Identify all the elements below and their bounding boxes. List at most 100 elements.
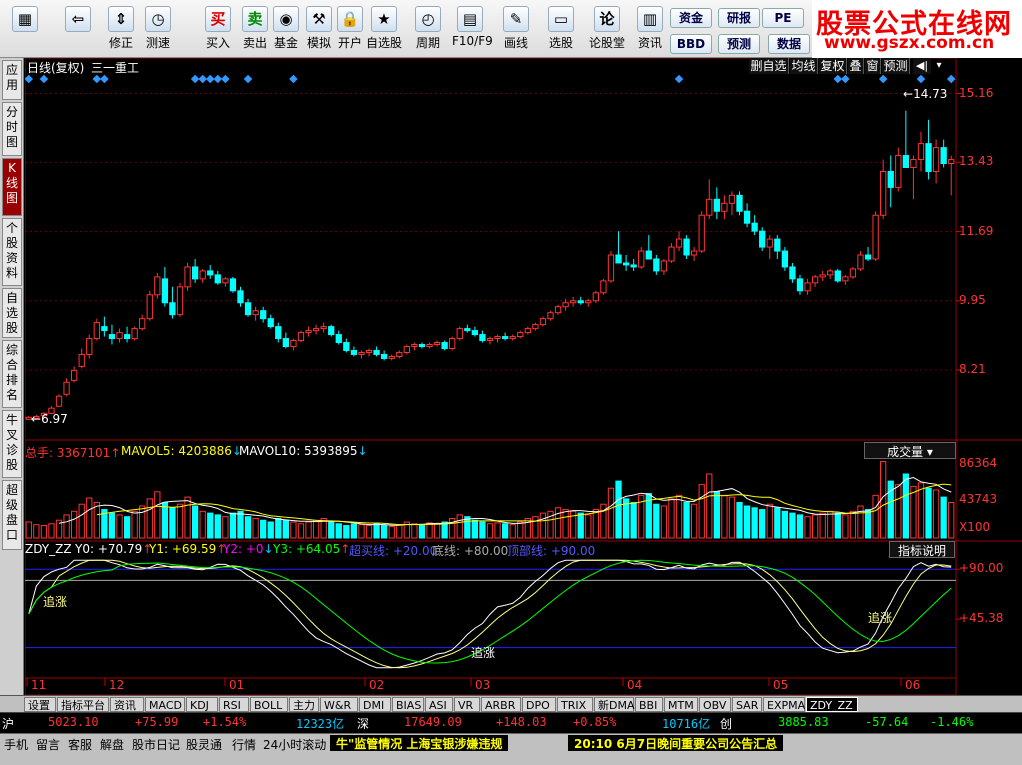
indicator-tab-vr-12[interactable]: VR [454,697,480,712]
status-bar-item-7[interactable]: 24小时滚动 [263,736,326,753]
toolbar-button-star[interactable]: ★ 自选股 [366,2,402,56]
status-bar-item-3[interactable]: 解盘 [100,736,124,753]
indicator-tab-macd-3[interactable]: MACD [145,697,185,712]
indicator-tab-arbr-13[interactable]: ARBR [481,697,521,712]
volume-bar [237,510,244,539]
cy-index-value[interactable]: 3885.83 [778,715,829,729]
indicator-tab--7[interactable]: 主力 [289,697,319,712]
indicator-tab-sar-20[interactable]: SAR [732,697,762,712]
volume-bar [691,503,698,539]
indicator-tab-asi-11[interactable]: ASI [425,697,453,712]
chart-canvas[interactable] [25,58,1022,695]
indicator-tab-wr-8[interactable]: W&R [320,697,358,712]
toolbar-button-17[interactable]: BBD [670,34,712,54]
toolbar-button-back-arrow[interactable]: ⇦ [55,2,101,56]
price-axis-label: 11.69 [959,223,994,238]
volume-panel-select[interactable]: 成交量 ▾ [864,442,956,459]
status-bar-item-2[interactable]: 客服 [68,736,92,753]
indicator-tab-trix-15[interactable]: TRIX [557,697,593,712]
indicator-tab--1[interactable]: 指标平台 [57,697,109,712]
toolbar-button-18[interactable]: 研报 [718,8,760,28]
collapse-right-icon[interactable]: ◀| [913,58,931,74]
candle [539,318,547,326]
indicator-tab--0[interactable]: 设置 [24,697,56,712]
volume-bar [312,519,320,539]
indicator-tab-kdj-4[interactable]: KDJ [186,697,218,712]
toolbar-button-21[interactable]: 数据 [768,34,810,54]
left-tab-7[interactable]: 超级盘口 [2,480,22,550]
status-bar-item-6[interactable]: 行情 [232,736,256,753]
indicator-tab-boll-6[interactable]: BOLL [250,697,288,712]
indicator-tab-bias-10[interactable]: BIAS [392,697,424,712]
sz-index-value[interactable]: 17649.09 [404,715,462,729]
toolbar-button-monitor[interactable]: ▭ 选股 [543,2,579,56]
news-ticker-2[interactable]: 20:10 6月7日晚间重要公司公告汇总 [568,735,784,751]
volume-bar [191,505,199,539]
status-bar-item-5[interactable]: 股灵通 [186,736,222,753]
left-tab-1[interactable]: 分时图 [2,102,22,156]
signal-diamond-icon [841,74,850,84]
indicator-tab--2[interactable]: 资讯 [110,697,144,712]
chart-header-button-4[interactable]: 窗 [865,58,881,74]
candle [887,170,894,188]
volume-bar [706,473,713,539]
left-tab-6[interactable]: 牛叉诊股 [2,410,22,478]
sh-index-value[interactable]: 5023.10 [48,715,99,729]
left-tab-0[interactable]: 应用 [2,60,22,100]
toolbar-button-clock2[interactable]: ◴ 周期 [410,2,446,56]
candle [71,369,78,381]
indicator-tab-dma-16[interactable]: 新DMA [594,697,635,712]
volume-bar [184,496,191,539]
left-tab-4[interactable]: 自选股 [2,288,22,338]
volume-bar [932,489,940,539]
period-label[interactable]: 日线(复权) [27,59,84,76]
left-tab-5[interactable]: 综合排名 [2,340,22,408]
toolbar-button-chat[interactable]: 论论股堂 [589,2,625,56]
indicator-tab-mtm-18[interactable]: MTM [664,697,698,712]
candle [736,194,743,212]
toolbar-button-doc[interactable]: ▤ F10/F9 [452,2,493,56]
indicator-explain-button[interactable]: 指标说明 [889,541,955,558]
news-ticker-1[interactable]: 牛"监管情况 上海宝银涉嫌违规 [330,735,509,751]
signal-diamond-icon [289,74,298,84]
sz-index-change: +148.03 [496,715,547,729]
status-bar-item-1[interactable]: 留言 [36,736,60,753]
indicator-tab-dpo-14[interactable]: DPO [522,697,556,712]
indicator-tab-obv-19[interactable]: OBV [699,697,731,712]
indicator-tab-dmi-9[interactable]: DMI [359,697,391,712]
toolbar-button-20[interactable]: PE [762,8,804,28]
status-bar: 手机 留言 客服 解盘 股市日记 股灵通 行情 24小时滚动 牛"监管情况 上海宝银涉嫌违规 … [0,733,1022,765]
toolbar-button-19[interactable]: 预测 [718,34,760,54]
toolbar-button-grid[interactable]: ▦ [2,2,48,56]
toolbar-button-pen[interactable]: ✎ 画线 [498,2,534,56]
status-bar-item-0[interactable]: 手机 [4,736,28,753]
left-tab-2[interactable]: K线图 [2,158,22,216]
chevron-down-icon[interactable]: ▾ [933,58,945,74]
left-tab-3[interactable]: 个股资料 [2,218,22,286]
chart-header-button-0[interactable]: 删自选 [749,58,789,74]
indicator-tab-bbi-17[interactable]: BBI [635,697,663,712]
chart-header-button-5[interactable]: 预测 [882,58,910,74]
toolbar-button-buy[interactable]: 买买入 [200,2,236,56]
indicator-tab-zdyzz-22[interactable]: ZDY_ZZ [806,697,858,712]
chart-header-button-3[interactable]: 叠 [848,58,864,74]
mavol5-label: MAVOL5: 4203886↓ [121,444,242,458]
toolbar-button-clock[interactable]: ◷ 测速 [140,2,176,56]
chart-header-button-2[interactable]: 复权 [819,58,847,74]
toolbar-button-fund[interactable]: ◉ 基金 [268,2,304,56]
kline-chart-area[interactable]: 日线(复权) 三一重工 删自选 均线 复权叠窗预测 ◀| ▾ 15.16 13.43 11.… [25,58,1022,695]
volume-bar [86,497,93,539]
status-bar-item-4[interactable]: 股市日记 [132,736,180,753]
toolbar-button-16[interactable]: 资金 [670,8,712,28]
toolbar-button-lock[interactable]: 🔒 开户 [332,2,368,56]
volume-bar [819,512,826,539]
indicator-tab-rsi-5[interactable]: RSI [219,697,249,712]
chart-header-button-1[interactable]: 均线 [790,58,818,74]
toolbar-button-up-down[interactable]: ⇕ 修正 [103,2,139,56]
toolbar-button-page[interactable]: ▥ 资讯 [632,2,668,56]
volume-bar [872,494,879,539]
candle [872,214,879,260]
volume-bar [471,519,479,539]
indicator-tab-expma-21[interactable]: EXPMA [763,697,805,712]
volume-bar [71,510,78,539]
